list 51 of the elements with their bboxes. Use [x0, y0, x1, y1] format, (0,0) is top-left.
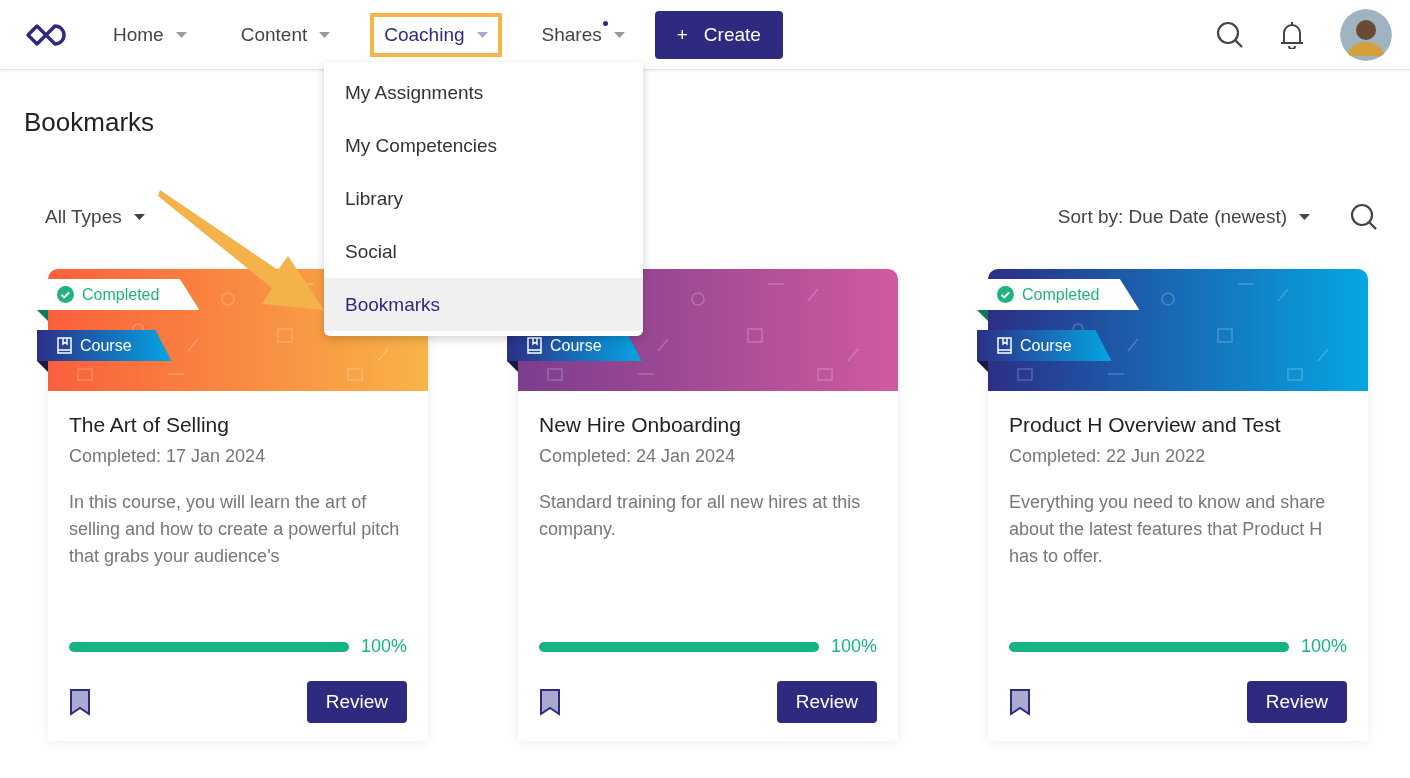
progress-percent: 100% — [830, 636, 877, 657]
bookmark-icon[interactable] — [539, 688, 561, 716]
nav-tab[interactable]: Home — [99, 12, 201, 57]
bell-icon[interactable] — [1280, 20, 1304, 49]
completed-badge: Completed — [37, 279, 200, 310]
menu-item[interactable]: My Competencies — [324, 119, 643, 172]
book-icon — [997, 337, 1012, 354]
menu-item[interactable]: Library — [324, 172, 643, 225]
card-description: Everything you need to know and share about the latest features that Product H has to offer. — [1009, 491, 1327, 568]
check-icon — [57, 286, 74, 303]
card-title: New Hire Onboarding — [539, 413, 742, 437]
completed-date: Completed: 22 Jun 2022 — [1009, 446, 1207, 467]
card-title: Product H Overview and Test — [1009, 413, 1282, 437]
notification-dot — [602, 20, 608, 26]
progress-percent: 100% — [1300, 636, 1347, 657]
bookmark-icon[interactable] — [1009, 688, 1031, 716]
page-title: Bookmarks — [24, 107, 155, 138]
card-title: The Art of Selling — [69, 413, 230, 437]
caret-icon — [476, 31, 488, 38]
card-description: Standard training for all new hires at this company. — [539, 491, 862, 541]
menu-item[interactable]: My Assignments — [324, 66, 643, 119]
review-button[interactable]: Review — [1246, 681, 1347, 723]
caret-icon — [319, 31, 331, 38]
progress-percent: 100% — [360, 636, 407, 657]
book-icon — [57, 337, 72, 354]
create-button[interactable]: + Create — [654, 10, 783, 59]
menu-item[interactable]: Bookmarks — [324, 278, 643, 331]
bookmark-icon[interactable] — [69, 688, 91, 716]
type-filter[interactable]: All Types — [45, 206, 145, 228]
caret-icon — [613, 31, 625, 38]
menu-item[interactable]: Social — [324, 225, 643, 278]
search-icon[interactable] — [1216, 20, 1244, 49]
course-badge: Course — [37, 330, 172, 361]
caret-icon — [1299, 214, 1310, 220]
review-button[interactable]: Review — [306, 681, 407, 723]
completed-date: Completed: 17 Jan 2024 — [69, 446, 267, 467]
avatar[interactable] — [1340, 8, 1392, 61]
card-description: In this course, you will learn the art of selling and how to create a powerful pitch that grabs your audience's — [69, 491, 401, 568]
completed-date: Completed: 24 Jan 2024 — [539, 446, 737, 467]
nav-tab[interactable]: Content — [226, 12, 345, 57]
logo-icon[interactable] — [24, 21, 68, 48]
search-icon[interactable] — [1350, 203, 1378, 231]
check-icon — [997, 286, 1014, 303]
caret-icon — [175, 31, 187, 38]
completed-badge: Completed — [977, 279, 1140, 310]
caret-icon — [133, 214, 145, 220]
nav-tab[interactable]: Shares — [527, 12, 639, 57]
nav-tab[interactable]: Coaching — [370, 12, 502, 57]
course-badge: Course — [977, 330, 1112, 361]
review-button[interactable]: Review — [776, 681, 877, 723]
sort-dropdown[interactable]: Sort by: Due Date (newest) — [1057, 206, 1310, 228]
